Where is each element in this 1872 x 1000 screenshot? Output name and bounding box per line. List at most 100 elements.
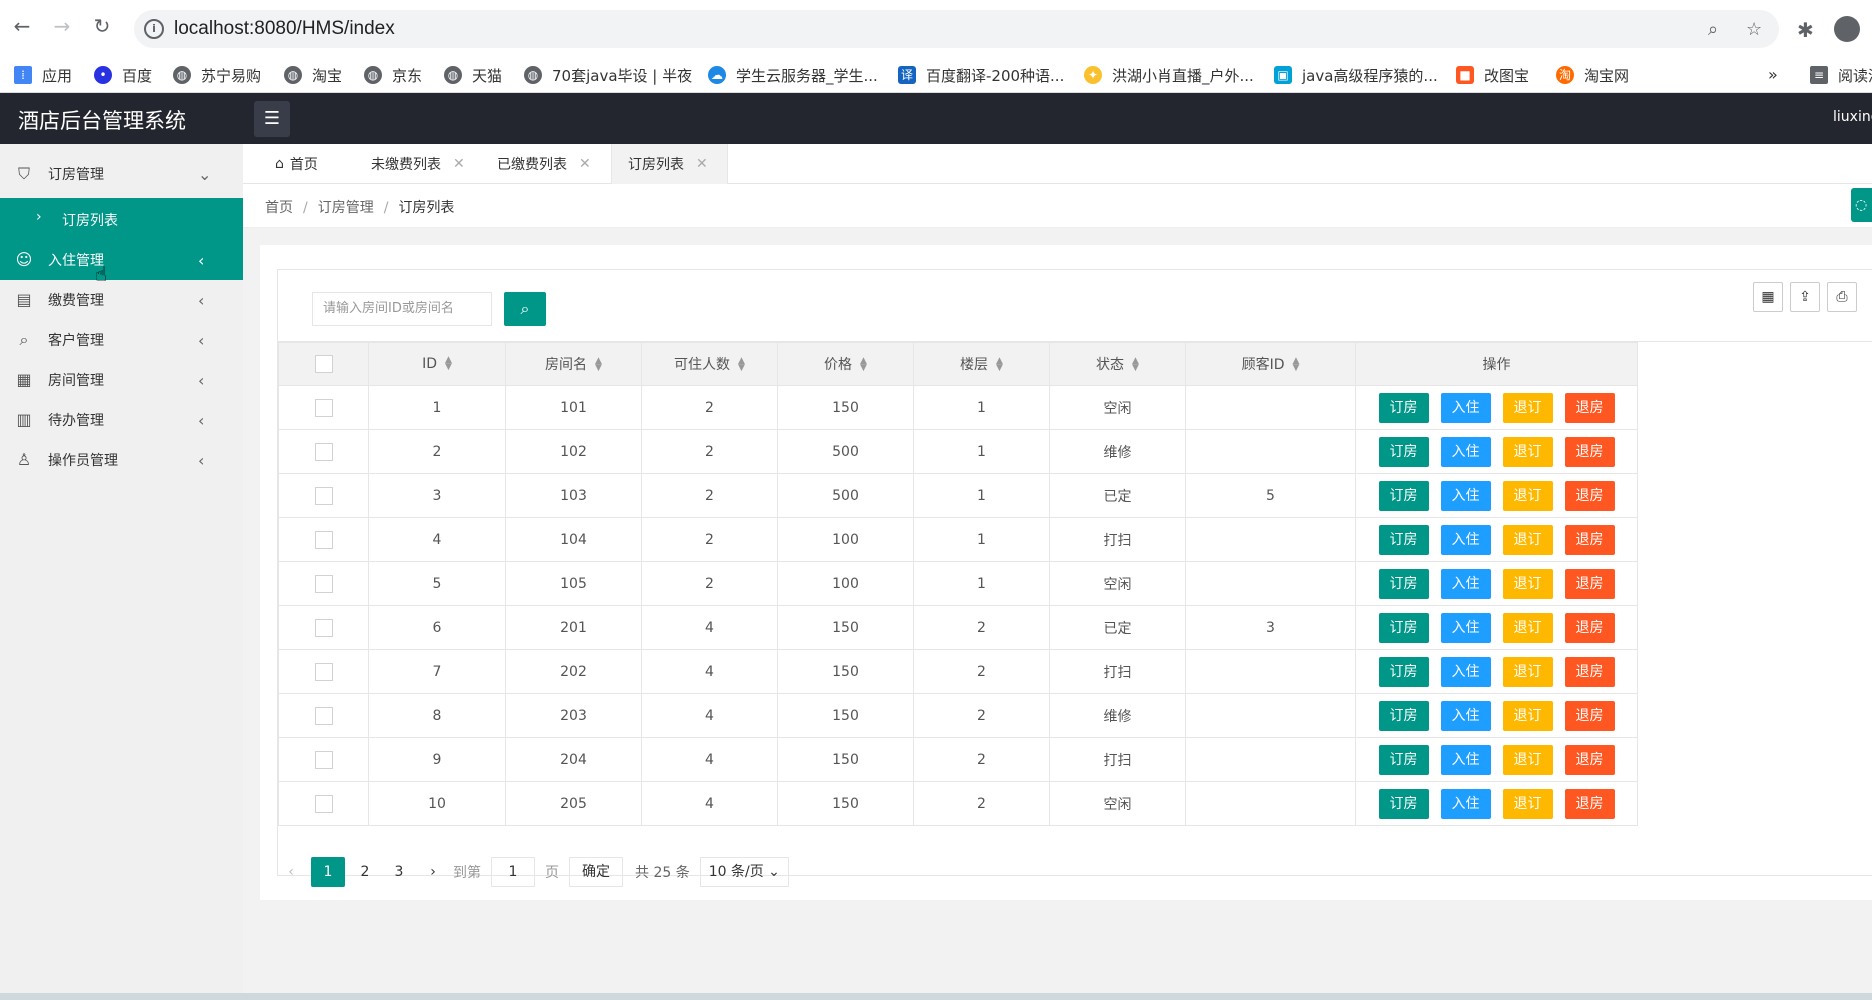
column-header-customer-id[interactable]: 顾客ID ▲ ▼	[1185, 342, 1356, 386]
column-header-capacity[interactable]: 可住人数 ▲ ▼	[641, 342, 778, 386]
sort-icon[interactable]: ▲ ▼	[445, 356, 452, 372]
cancel-booking-button[interactable]: 退订	[1502, 524, 1553, 555]
reading-list[interactable]: ≡阅读清	[1810, 64, 1872, 86]
checkout-button[interactable]: 退房	[1564, 480, 1615, 511]
close-icon[interactable]: ✕	[453, 156, 465, 172]
checkin-button[interactable]: 入住	[1440, 524, 1491, 555]
tab-paid-list[interactable]: 已缴费列表 ✕	[491, 144, 597, 184]
close-icon[interactable]: ✕	[579, 156, 591, 172]
info-icon[interactable]: i	[144, 19, 164, 39]
bookmark-taobao[interactable]: ◍ 淘宝	[284, 64, 342, 86]
sort-icon[interactable]: ▲ ▼	[595, 357, 602, 373]
page-2[interactable]: 2	[351, 857, 379, 887]
checkout-button[interactable]: 退房	[1564, 656, 1615, 687]
back-icon[interactable]: ←	[10, 14, 34, 38]
bookmark-bilibili[interactable]: ▣ java高级程序猿的...	[1274, 64, 1438, 86]
star-icon[interactable]: ☆	[1746, 19, 1762, 40]
sidebar-subitem-booking-list[interactable]: › 订房列表	[0, 198, 243, 240]
bookmark-taobao-net[interactable]: 淘淘宝网	[1556, 64, 1629, 86]
breadcrumb-home[interactable]: 首页	[265, 200, 293, 216]
row-checkbox[interactable]	[314, 706, 333, 725]
checkout-button[interactable]: 退房	[1564, 392, 1615, 423]
checkout-button[interactable]: 退房	[1564, 700, 1615, 731]
book-button[interactable]: 订房	[1378, 700, 1429, 731]
row-checkbox[interactable]	[314, 662, 333, 681]
page-1[interactable]: 1	[311, 857, 345, 887]
bookmark-cloud[interactable]: ☁ 学生云服务器_学生...	[708, 64, 878, 86]
bookmark-jd[interactable]: ◍ 京东	[364, 64, 422, 86]
row-checkbox[interactable]	[314, 398, 333, 417]
checkout-button[interactable]: 退房	[1564, 568, 1615, 599]
row-checkbox[interactable]	[314, 618, 333, 637]
bookmark-live[interactable]: ✦ 洪湖小肖直播_户外...	[1084, 64, 1254, 86]
checkin-button[interactable]: 入住	[1440, 700, 1491, 731]
checkin-button[interactable]: 入住	[1440, 788, 1491, 819]
cancel-booking-button[interactable]: 退订	[1502, 700, 1553, 731]
tab-unpaid-list[interactable]: 未缴费列表 ✕	[365, 144, 471, 184]
sidebar-item-checkin[interactable]: ☺ 入住管理 ‹	[0, 240, 243, 280]
sidebar-item-payment[interactable]: ▤ 缴费管理 ‹	[0, 280, 243, 320]
select-all-checkbox[interactable]	[314, 355, 333, 373]
sidebar-item-operator[interactable]: ♙ 操作员管理 ‹	[0, 440, 243, 480]
book-button[interactable]: 订房	[1378, 524, 1429, 555]
book-button[interactable]: 订房	[1378, 480, 1429, 511]
checkout-button[interactable]: 退房	[1564, 612, 1615, 643]
row-checkbox[interactable]	[314, 794, 333, 813]
checkout-button[interactable]: 退房	[1564, 524, 1615, 555]
checkin-button[interactable]: 入住	[1440, 612, 1491, 643]
book-button[interactable]: 订房	[1378, 788, 1429, 819]
book-button[interactable]: 订房	[1378, 392, 1429, 423]
bookmark-java[interactable]: ◍ 70套java毕设 | 半夜	[524, 64, 692, 86]
row-checkbox[interactable]	[314, 574, 333, 593]
print-button[interactable]: ⎙	[1827, 282, 1857, 312]
checkin-button[interactable]: 入住	[1440, 436, 1491, 467]
bookmark-baidu[interactable]: • 百度	[94, 64, 152, 86]
sidebar-item-room[interactable]: ▦ 房间管理 ‹	[0, 360, 243, 400]
profile-avatar[interactable]	[1834, 16, 1860, 42]
checkout-button[interactable]: 退房	[1564, 436, 1615, 467]
bookmark-suning[interactable]: ◍ 苏宁易购	[173, 64, 261, 86]
cancel-booking-button[interactable]: 退订	[1502, 612, 1553, 643]
close-icon[interactable]: ✕	[696, 156, 708, 172]
checkin-button[interactable]: 入住	[1440, 392, 1491, 423]
breadcrumb-booking[interactable]: 订房管理	[318, 200, 374, 216]
cancel-booking-button[interactable]: 退订	[1502, 480, 1553, 511]
columns-filter-button[interactable]: ▦	[1753, 282, 1783, 312]
cancel-booking-button[interactable]: 退订	[1502, 744, 1553, 775]
sort-icon[interactable]: ▲ ▼	[738, 357, 745, 373]
bookmark-translate[interactable]: 译百度翻译-200种语...	[898, 64, 1064, 86]
goto-confirm-button[interactable]: 确定	[569, 857, 623, 887]
sidebar-item-customer[interactable]: ⌕ 客户管理 ‹	[0, 320, 243, 360]
tab-home[interactable]: ⌂ 首页	[269, 144, 324, 184]
extensions-icon[interactable]: ✱	[1797, 18, 1814, 42]
user-name[interactable]: liuxing	[1833, 109, 1872, 125]
forward-icon[interactable]: →	[50, 14, 74, 38]
column-header-status[interactable]: 状态 ▲ ▼	[1049, 342, 1186, 386]
more-bookmarks-icon[interactable]: »	[1768, 65, 1778, 84]
cancel-booking-button[interactable]: 退订	[1502, 392, 1553, 423]
column-header-price[interactable]: 价格 ▲ ▼	[777, 342, 914, 386]
row-checkbox[interactable]	[314, 530, 333, 549]
book-button[interactable]: 订房	[1378, 436, 1429, 467]
checkin-button[interactable]: 入住	[1440, 568, 1491, 599]
cancel-booking-button[interactable]: 退订	[1502, 568, 1553, 599]
page-3[interactable]: 3	[385, 857, 413, 887]
column-header-floor[interactable]: 楼层 ▲ ▼	[913, 342, 1050, 386]
bookmark-gaitubao[interactable]: ■ 改图宝	[1456, 64, 1529, 86]
reload-icon[interactable]: ↻	[90, 14, 114, 38]
book-button[interactable]: 订房	[1378, 612, 1429, 643]
sort-icon[interactable]: ▲ ▼	[1132, 357, 1139, 373]
row-checkbox[interactable]	[314, 486, 333, 505]
page-size-select[interactable]: 10 条/页 ⌄	[699, 857, 789, 887]
sidebar-item-booking[interactable]: ⛉ 订房管理 ⌄	[0, 154, 243, 194]
book-button[interactable]: 订房	[1378, 568, 1429, 599]
search-input[interactable]: 请输入房间ID或房间名	[312, 292, 492, 326]
sort-icon[interactable]: ▲ ▼	[1293, 357, 1300, 373]
zoom-icon[interactable]: ⌕	[1708, 19, 1718, 40]
tab-booking-list[interactable]: 订房列表 ✕	[611, 144, 728, 184]
refresh-button[interactable]: ◌	[1851, 188, 1872, 222]
bookmark-tmall[interactable]: ◍ 天猫	[444, 64, 502, 86]
cancel-booking-button[interactable]: 退订	[1502, 788, 1553, 819]
row-checkbox[interactable]	[314, 750, 333, 769]
checkin-button[interactable]: 入住	[1440, 656, 1491, 687]
